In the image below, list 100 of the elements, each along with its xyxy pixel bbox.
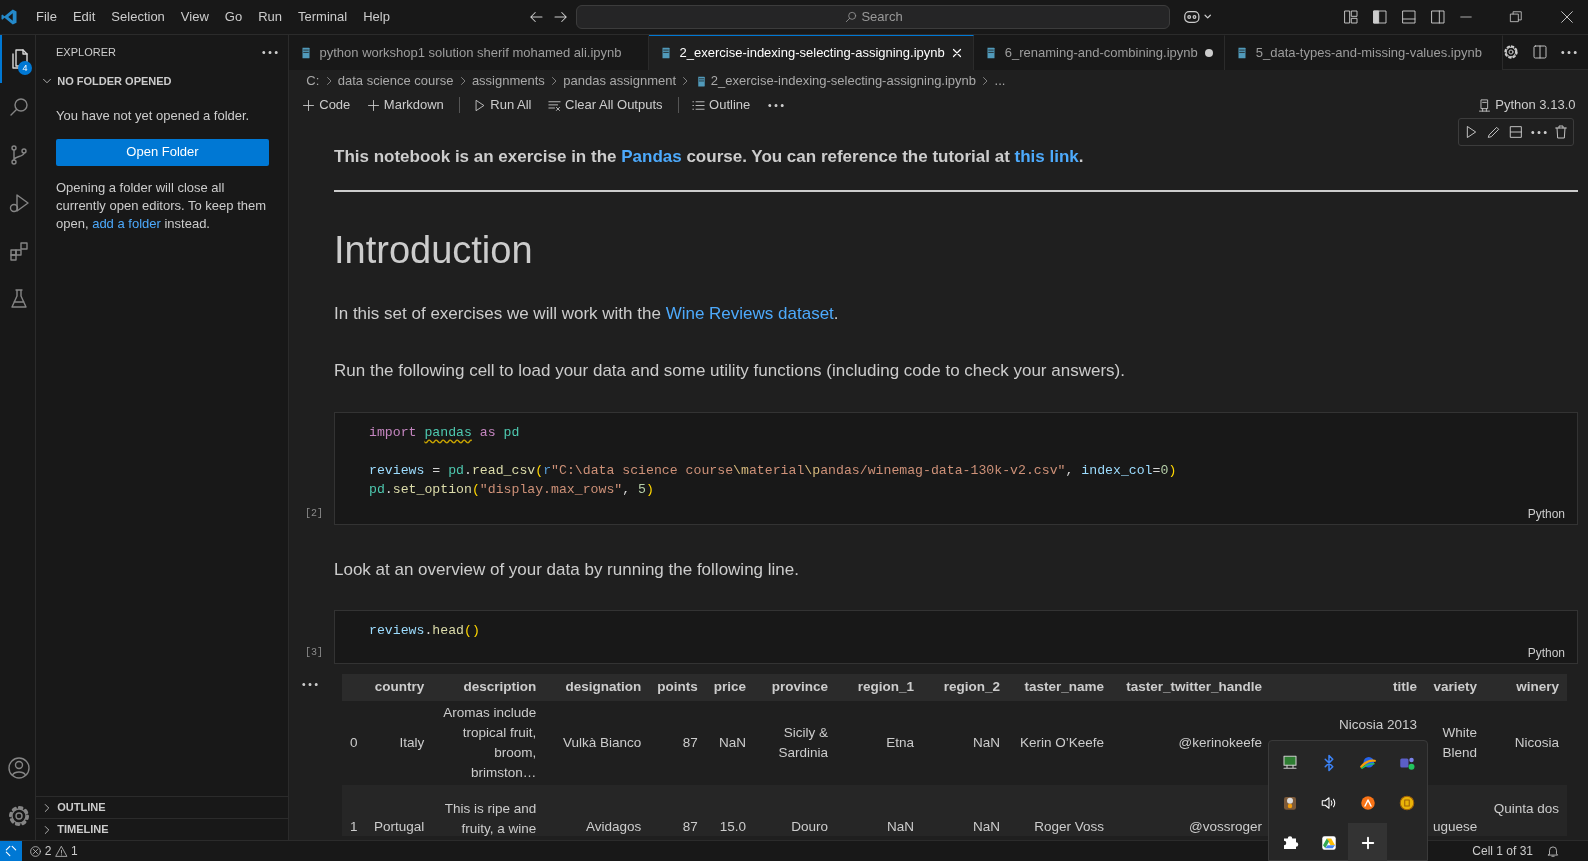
globe-icon[interactable]	[1358, 754, 1377, 772]
panel-toggle-icon[interactable]	[1401, 9, 1417, 25]
menu-item[interactable]: Terminal	[290, 7, 356, 27]
toolbar-button[interactable]: Code	[295, 95, 357, 115]
message-text: You have not yet opened a folder.	[56, 107, 251, 125]
menu-item[interactable]: Selection	[103, 7, 173, 27]
editor-tab[interactable]: python workshop1 solution sherif mohamed ali.ipynb	[289, 35, 650, 70]
editor-tab[interactable]: 6_renaming-and-combining.ipynb	[974, 35, 1226, 70]
menu-item[interactable]: Run	[250, 7, 290, 27]
cell-indicator[interactable]: Cell 1 of 31	[1472, 842, 1533, 860]
output-more-icon[interactable]	[302, 682, 318, 687]
table-cell: 87	[682, 734, 698, 750]
toolbar-button[interactable]: Outline	[684, 95, 757, 115]
kernel-picker[interactable]: Python 3.13.0	[1471, 95, 1582, 115]
unsaved-dot-icon	[1204, 48, 1215, 58]
table-cell: @vossroger	[1189, 819, 1263, 834]
table-cell: Portugal	[374, 819, 425, 834]
speaker-icon[interactable]	[1319, 794, 1338, 812]
monitor-icon[interactable]	[1280, 754, 1299, 772]
table-cell: 87	[682, 819, 698, 834]
table-cell: @kerinokeefe	[1178, 734, 1263, 750]
editor-tab[interactable]: 5_data-types-and-missing-values.ipynb	[1225, 35, 1504, 70]
code-line: reviews = pd.read_csv(r"C:\data science course\material\pandas/winemag-data-130k-v2.csv", index_col=0)	[369, 461, 1178, 480]
error-icon	[28, 844, 42, 858]
bell-icon[interactable]	[1546, 844, 1560, 858]
breadcrumb-item[interactable]: C:	[303, 71, 323, 91]
breadcrumb-item[interactable]: data science course	[334, 71, 457, 91]
close-icon[interactable]	[951, 47, 964, 59]
menu-item[interactable]: Go	[216, 7, 251, 27]
section-header[interactable]: NO FOLDER OPENED	[36, 70, 288, 92]
layout-icon[interactable]	[1343, 9, 1359, 25]
table-cell: Aromas include tropical fruit, broom, brimston…	[443, 704, 537, 781]
column-header: title	[1270, 674, 1426, 701]
table-cell: Nicosia 2013	[1339, 717, 1418, 732]
secondary-sidebar-icon[interactable]	[1430, 9, 1446, 25]
column-header: description	[432, 674, 545, 701]
section-header[interactable]: OUTLINE	[36, 796, 288, 818]
chevron-circle-icon[interactable]	[1358, 794, 1377, 812]
remote-button[interactable]	[0, 840, 22, 861]
menu-item[interactable]: View	[172, 7, 217, 27]
column-header: designation	[544, 674, 650, 701]
editor-tab[interactable]: 2_exercise-indexing-selecting-assigning.ipynb	[649, 35, 975, 70]
table-cell: Sicily & Sardinia	[778, 724, 829, 760]
breadcrumb-item[interactable]: 2_exercise-indexing-selecting-assigning.ipynb	[691, 71, 980, 91]
breadcrumb-item[interactable]: ...	[991, 71, 1009, 91]
breadcrumb-item[interactable]: pandas assignment	[560, 71, 680, 91]
command-center-search[interactable]: Search	[576, 5, 1171, 29]
problems-indicator[interactable]: 2 1	[28, 842, 78, 860]
split-cell-icon[interactable]	[1508, 124, 1524, 140]
toolbar-button[interactable]: Markdown	[359, 95, 450, 115]
extensions-icon	[7, 239, 31, 263]
settings-icon[interactable]	[1503, 44, 1520, 60]
more-icon[interactable]	[1561, 49, 1578, 55]
more-icon[interactable]	[767, 102, 784, 108]
table-cell: Douro	[791, 819, 829, 834]
menu-item[interactable]: Edit	[64, 7, 104, 27]
settings-icon	[7, 804, 31, 828]
column-header: variety	[1425, 674, 1486, 701]
account-icon	[7, 756, 31, 780]
table-cell: NaN	[973, 734, 1001, 750]
link[interactable]: this link	[1014, 147, 1079, 166]
paragraph: Run the following cell to load your data and some utility functions (including code to check your answers).	[334, 360, 1126, 382]
close-icon[interactable]	[1559, 9, 1575, 25]
table-cell: Avidagos	[586, 819, 642, 834]
add-folder-link[interactable]: add a folder	[92, 215, 161, 231]
restore-icon[interactable]	[1509, 10, 1523, 24]
table-cell: Nicosia	[1514, 734, 1560, 750]
drive-icon[interactable]	[1319, 834, 1338, 852]
copilot-icon[interactable]	[1183, 8, 1214, 26]
link[interactable]: Wine Reviews dataset	[665, 303, 834, 323]
delete-icon[interactable]	[1553, 124, 1569, 140]
language-label: Python	[1526, 645, 1565, 662]
table-cell: NaN	[719, 734, 747, 750]
menu-item[interactable]: Help	[355, 7, 398, 27]
code-cell[interactable]: import pandas as pd reviews = pd.read_csv(r"C:\data science course\material\pandas/winemag-data-130k-v2.csv", index_col=0) pd.set_option("display.max_rows", 5) Python	[334, 411, 1578, 525]
link[interactable]: Pandas	[621, 147, 682, 166]
more-icon[interactable]	[1530, 129, 1547, 135]
column-header: price	[705, 674, 755, 701]
badge-icon[interactable]	[1397, 794, 1416, 812]
toolbar-button[interactable]: Clear All Outputs	[540, 95, 669, 115]
toolbar-button[interactable]: Run All	[466, 95, 538, 115]
sidebar-toggle-icon[interactable]	[1372, 9, 1388, 25]
open-folder-button[interactable]: Open Folder	[56, 138, 269, 166]
table-cell: Roger Voss	[1034, 819, 1105, 834]
breadcrumb-item[interactable]: assignments	[468, 71, 549, 91]
table-cell: 15.0	[719, 819, 747, 834]
menu-item[interactable]: File	[28, 7, 65, 27]
execution-count: [3]	[305, 646, 323, 660]
edit-icon[interactable]	[1485, 124, 1502, 140]
info-text: Opening a folder will close all currently open editors. To keep them open, add a folder instead.	[56, 178, 268, 233]
plus-icon	[365, 97, 381, 113]
table-cell: uguese	[1433, 819, 1478, 834]
column-header: taster_twitter_handle	[1112, 674, 1271, 701]
run-debug-icon	[7, 191, 31, 215]
app-logo-icon	[0, 8, 18, 26]
column-header: winery	[1485, 674, 1568, 701]
code-cell[interactable]: reviews.head() Python	[334, 610, 1578, 664]
more-icon[interactable]	[262, 50, 278, 55]
split-editor-icon[interactable]	[1532, 44, 1549, 60]
code-line: reviews.head()	[369, 622, 481, 640]
